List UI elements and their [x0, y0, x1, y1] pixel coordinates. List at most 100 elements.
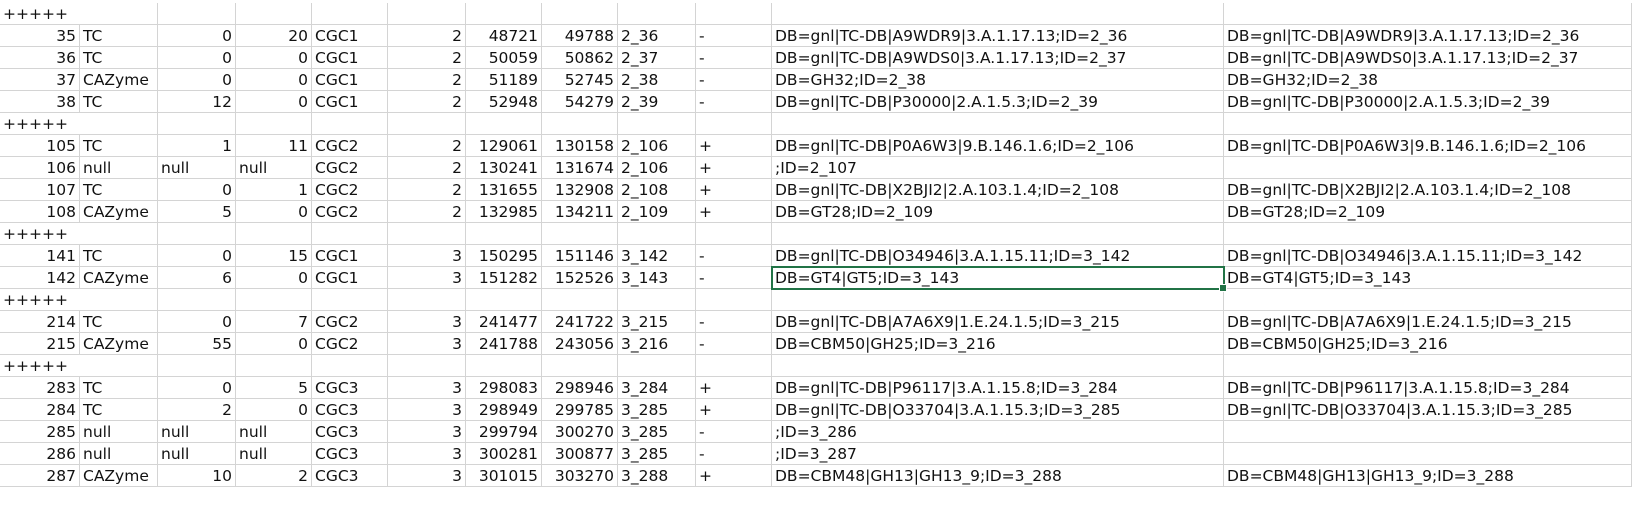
cell[interactable]: TC — [80, 47, 158, 69]
cell[interactable]: 0 — [236, 399, 312, 421]
cell[interactable]: 20 — [236, 25, 312, 47]
empty-cell[interactable] — [388, 355, 466, 377]
cell[interactable]: CGC2 — [312, 201, 388, 223]
selected-cell[interactable]: DB=GT4|GT5;ID=3_143 — [771, 266, 1227, 292]
cell[interactable]: 2_106 — [618, 157, 696, 179]
cell[interactable]: 2 — [388, 157, 466, 179]
table-row[interactable]: 36 TC 0 0 CGC1 2 50059 50862 2_37 - DB=gnl|TC-DB|A… — [0, 47, 1632, 69]
cell[interactable]: 3 — [388, 267, 466, 289]
cell[interactable]: + — [696, 157, 772, 179]
cell[interactable]: DB=gnl|TC-DB|P0A6W3|9.B.146.1.6;ID=2_106 — [772, 135, 1224, 157]
cell[interactable]: 129061 — [466, 135, 542, 157]
cell[interactable]: 3_285 — [618, 443, 696, 465]
cell[interactable]: 3 — [388, 311, 466, 333]
cell[interactable]: null — [236, 157, 312, 179]
cell[interactable]: 300281 — [466, 443, 542, 465]
empty-cell[interactable] — [158, 289, 236, 311]
cell[interactable]: 2 — [388, 135, 466, 157]
empty-cell[interactable] — [80, 355, 158, 377]
cell[interactable]: 0 — [158, 245, 236, 267]
cell[interactable]: 0 — [158, 377, 236, 399]
cell[interactable]: 3 — [388, 443, 466, 465]
cell[interactable]: + — [696, 179, 772, 201]
empty-cell[interactable] — [772, 355, 1224, 377]
cell[interactable]: 3 — [388, 421, 466, 443]
cell[interactable]: 3_284 — [618, 377, 696, 399]
cell[interactable]: 132985 — [466, 201, 542, 223]
empty-cell[interactable] — [618, 289, 696, 311]
empty-cell[interactable] — [80, 289, 158, 311]
cell[interactable]: CGC1 — [312, 91, 388, 113]
cell[interactable]: 3_142 — [618, 245, 696, 267]
cell[interactable]: - — [696, 267, 772, 289]
cell[interactable]: DB=GT28;ID=2_109 — [772, 201, 1224, 223]
cell[interactable]: 2 — [388, 47, 466, 69]
empty-cell[interactable] — [618, 355, 696, 377]
cell[interactable]: 55 — [158, 333, 236, 355]
cell[interactable]: 241477 — [466, 311, 542, 333]
empty-cell[interactable] — [158, 3, 236, 25]
table-row[interactable]: 287 CAZyme 10 2 CGC3 3 301015 303270 3_288 + DB=CB… — [0, 465, 1632, 487]
cell[interactable]: 3 — [388, 465, 466, 487]
cell[interactable]: CAZyme — [80, 333, 158, 355]
cell[interactable]: 286 — [0, 443, 80, 465]
empty-cell[interactable] — [772, 289, 1224, 311]
cell[interactable]: 54279 — [542, 91, 618, 113]
cell[interactable]: 0 — [236, 47, 312, 69]
cell[interactable]: 287 — [0, 465, 80, 487]
empty-cell[interactable] — [312, 223, 388, 245]
cell[interactable]: 3_216 — [618, 333, 696, 355]
separator-cell[interactable]: +++++ — [0, 355, 80, 377]
cell[interactable]: - — [696, 69, 772, 91]
cell[interactable]: 11 — [236, 135, 312, 157]
empty-cell[interactable] — [312, 3, 388, 25]
cell[interactable]: DB=GH32;ID=2_38 — [772, 69, 1224, 91]
empty-cell[interactable] — [1224, 223, 1632, 245]
cell[interactable]: 2_36 — [618, 25, 696, 47]
cell[interactable]: 298946 — [542, 377, 618, 399]
empty-cell[interactable] — [158, 223, 236, 245]
cell[interactable]: DB=GH32;ID=2_38 — [1224, 69, 1632, 91]
empty-cell[interactable] — [158, 113, 236, 135]
cell[interactable]: - — [696, 47, 772, 69]
cell[interactable]: 131655 — [466, 179, 542, 201]
cell[interactable]: 52948 — [466, 91, 542, 113]
cell[interactable]: CGC1 — [312, 245, 388, 267]
empty-cell[interactable] — [466, 355, 542, 377]
cell[interactable]: CGC1 — [312, 69, 388, 91]
cell[interactable]: DB=gnl|TC-DB|O33704|3.A.1.15.3;ID=3_285 — [772, 399, 1224, 421]
cell[interactable]: DB=GT4|GT5;ID=3_143 — [1224, 267, 1632, 289]
cell[interactable]: 12 — [158, 91, 236, 113]
empty-cell[interactable] — [618, 113, 696, 135]
cell[interactable]: 0 — [236, 333, 312, 355]
cell[interactable]: 0 — [158, 311, 236, 333]
cell[interactable]: null — [80, 157, 158, 179]
cell[interactable]: null — [80, 421, 158, 443]
cell[interactable]: 2_37 — [618, 47, 696, 69]
cell[interactable]: DB=gnl|TC-DB|P0A6W3|9.B.146.1.6;ID=2_106 — [1224, 135, 1632, 157]
cell[interactable]: null — [80, 443, 158, 465]
empty-cell[interactable] — [388, 223, 466, 245]
table-row[interactable]: 106 null null null CGC2 2 130241 131674 2_106 + ;I… — [0, 157, 1632, 179]
cell[interactable]: 6 — [158, 267, 236, 289]
cell[interactable] — [1224, 157, 1632, 179]
separator-cell[interactable]: +++++ — [0, 223, 80, 245]
table-row[interactable]: 108 CAZyme 5 0 CGC2 2 132985 134211 2_109 + DB=GT2… — [0, 201, 1632, 223]
separator-row[interactable]: +++++ — [0, 355, 1632, 377]
empty-cell[interactable] — [1224, 355, 1632, 377]
empty-cell[interactable] — [542, 289, 618, 311]
empty-cell[interactable] — [80, 3, 158, 25]
cell[interactable]: 1 — [158, 135, 236, 157]
empty-cell[interactable] — [236, 355, 312, 377]
cell[interactable]: 35 — [0, 25, 80, 47]
cell[interactable]: 3_143 — [618, 267, 696, 289]
cell[interactable]: 5 — [236, 377, 312, 399]
cell[interactable]: 0 — [236, 201, 312, 223]
cell[interactable]: 105 — [0, 135, 80, 157]
cell[interactable]: 10 — [158, 465, 236, 487]
cell[interactable]: - — [696, 311, 772, 333]
empty-cell[interactable] — [466, 113, 542, 135]
cell[interactable]: 2 — [158, 399, 236, 421]
cell[interactable]: 2_38 — [618, 69, 696, 91]
cell[interactable]: 2_108 — [618, 179, 696, 201]
